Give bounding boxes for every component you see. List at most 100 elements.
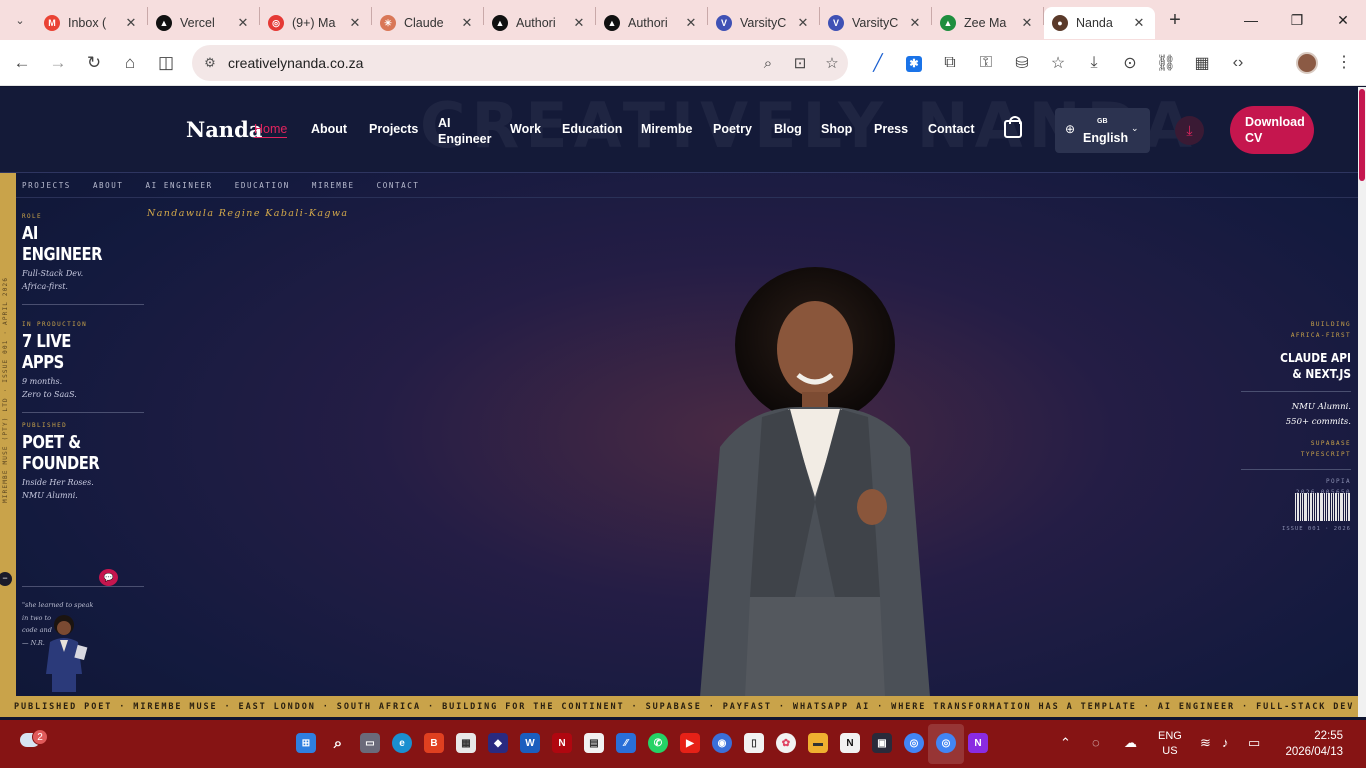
tab-close-icon[interactable]: ✕ [907, 15, 923, 31]
input-language[interactable]: ENG US [1158, 729, 1182, 759]
nav-education[interactable]: Education [562, 122, 622, 136]
rail-marker-icon[interactable]: − [0, 572, 12, 586]
subnav-link[interactable]: CONTACT [377, 176, 420, 197]
nav-ai-engineer[interactable]: AI Engineer [438, 115, 492, 147]
photos-icon[interactable]: ✿ [776, 733, 796, 753]
zoom-icon[interactable]: ⌕ [752, 55, 784, 72]
reload-icon[interactable]: ↻ [76, 45, 112, 81]
devtools-icon[interactable]: ‹› [1220, 54, 1256, 72]
task-view-icon[interactable]: ▭ [360, 733, 380, 753]
wifi-icon[interactable]: ≋ [1200, 735, 1211, 751]
subnav-link[interactable]: PROJECTS [22, 176, 71, 197]
browser-tab[interactable]: ● Nanda ✕ [1044, 7, 1155, 39]
profile-avatar[interactable] [1296, 52, 1318, 74]
language-selector[interactable]: ⊕ GB English ⌄ [1055, 108, 1150, 153]
weather-widget[interactable]: 2 [20, 729, 48, 753]
tray-overflow-icon[interactable]: ⌃ [1060, 735, 1071, 751]
forward-icon[interactable]: → [40, 45, 76, 81]
nav-work[interactable]: Work [510, 122, 541, 136]
extension-gear-icon[interactable]: ✱ [896, 54, 932, 72]
notion-icon[interactable]: N [840, 733, 860, 753]
site-info-icon[interactable]: ⚙ [192, 55, 228, 71]
netflix-icon[interactable]: N [552, 733, 572, 753]
battery-icon[interactable]: ▭ [1248, 735, 1260, 751]
brave-icon[interactable]: B [424, 733, 444, 753]
browser-tab[interactable]: V VarsityC ✕ [708, 7, 819, 39]
word-icon[interactable]: W [520, 733, 540, 753]
browser-tab[interactable]: ▲ Authori ✕ [484, 7, 595, 39]
home-icon[interactable]: ⌂ [112, 45, 148, 81]
incognito-icon[interactable]: ⛁ [1004, 53, 1040, 73]
link-icon[interactable]: ⛓ [1148, 53, 1184, 73]
app-icon[interactable]: ◆ [488, 733, 508, 753]
linear-icon[interactable]: ⁄⁄ [616, 733, 636, 753]
terminal-icon[interactable]: ▣ [872, 733, 892, 753]
browser-tab[interactable]: ▲ Vercel ✕ [148, 7, 259, 39]
pen-extension-icon[interactable]: ╱ [860, 53, 896, 73]
subnav-link[interactable]: AI ENGINEER [146, 176, 213, 197]
subnav-link[interactable]: EDUCATION [235, 176, 290, 197]
notepad-icon[interactable]: ▤ [584, 733, 604, 753]
bookmarks-icon[interactable]: ☆ [1040, 53, 1076, 73]
nav-shop[interactable]: Shop [821, 122, 852, 136]
nav-contact[interactable]: Contact [928, 122, 975, 136]
chrome-active-icon[interactable]: ◎ [936, 733, 956, 753]
system-clock[interactable]: 22:55 2026/04/13 [1285, 728, 1343, 760]
start-icon[interactable]: ⊞ [296, 733, 316, 753]
tab-close-icon[interactable]: ✕ [459, 15, 475, 31]
tab-close-icon[interactable]: ✕ [235, 15, 251, 31]
downloads-icon[interactable]: ⤓ [1076, 54, 1112, 72]
screenshot-icon[interactable]: ⊙ [1112, 53, 1148, 73]
tray-cloud-icon[interactable]: ☁ [1124, 735, 1137, 751]
file-icon[interactable]: ▯ [744, 733, 764, 753]
tab-close-icon[interactable]: ✕ [1131, 15, 1147, 31]
edge-icon[interactable]: e [392, 733, 412, 753]
search-icon[interactable]: ⌕ [328, 733, 348, 753]
browser-tab[interactable]: ◎ (9+) Ma ✕ [260, 7, 371, 39]
nav-home[interactable]: Home [254, 122, 288, 138]
chat-bubble-icon[interactable]: 💬 [99, 569, 118, 586]
tab-close-icon[interactable]: ✕ [683, 15, 699, 31]
subnav-link[interactable]: MIREMBE [312, 176, 355, 197]
mini-avatar-illustration[interactable] [36, 612, 92, 694]
cart-icon[interactable] [1004, 116, 1022, 138]
browser-tab[interactable]: ✳ Claude ✕ [372, 7, 483, 39]
nav-poetry[interactable]: Poetry [713, 122, 752, 136]
nav-press[interactable]: Press [874, 122, 908, 136]
tab-close-icon[interactable]: ✕ [795, 15, 811, 31]
split-view-icon[interactable]: ◫ [148, 45, 184, 81]
subnav-link[interactable]: ABOUT [93, 176, 124, 197]
chrome-icon[interactable]: ◎ [904, 733, 924, 753]
extensions-puzzle-icon[interactable]: ⧉ [932, 54, 968, 72]
maximize-icon[interactable]: ❐ [1274, 0, 1320, 40]
browser-tab[interactable]: M Inbox (✕ [36, 7, 147, 39]
youtube-icon[interactable]: ▶ [680, 733, 700, 753]
menu-kebab-icon[interactable]: ⋮ [1336, 52, 1352, 72]
new-tab-button[interactable]: + [1161, 9, 1189, 32]
onenote-icon[interactable]: N [968, 733, 988, 753]
file-explorer-icon[interactable]: ▬ [808, 733, 828, 753]
tab-search-icon[interactable]: ⌄ [4, 6, 36, 34]
tab-close-icon[interactable]: ✕ [1019, 15, 1035, 31]
volume-icon[interactable]: ♪ [1222, 735, 1229, 750]
password-key-icon[interactable]: ⚿ [968, 54, 1004, 72]
tab-groups-icon[interactable]: ▦ [1184, 53, 1220, 73]
tab-close-icon[interactable]: ✕ [347, 15, 363, 31]
browser-tab[interactable]: V VarsityC ✕ [820, 7, 931, 39]
nav-mirembe[interactable]: Mirembe [641, 122, 692, 136]
tray-app-icon[interactable]: ◌ [1092, 735, 1100, 750]
site-logo[interactable]: Nanda [186, 117, 262, 142]
address-bar[interactable]: ⚙ creativelynanda.co.za ⌕ ⊡ ☆ [192, 45, 848, 81]
store-icon[interactable]: ▦ [456, 733, 476, 753]
browser-tab[interactable]: ▲ Authori ✕ [596, 7, 707, 39]
page-scrollbar[interactable] [1358, 87, 1366, 717]
nav-about[interactable]: About [311, 122, 347, 136]
minimize-icon[interactable]: — [1228, 0, 1274, 40]
tab-close-icon[interactable]: ✕ [571, 15, 587, 31]
install-app-icon[interactable]: ⊡ [784, 54, 816, 72]
tab-close-icon[interactable]: ✕ [123, 15, 139, 31]
download-cv-button[interactable]: Download CV [1230, 106, 1314, 154]
url-text[interactable]: creativelynanda.co.za [228, 55, 752, 71]
nav-blog[interactable]: Blog [774, 122, 802, 136]
whatsapp-icon[interactable]: ✆ [648, 733, 668, 753]
